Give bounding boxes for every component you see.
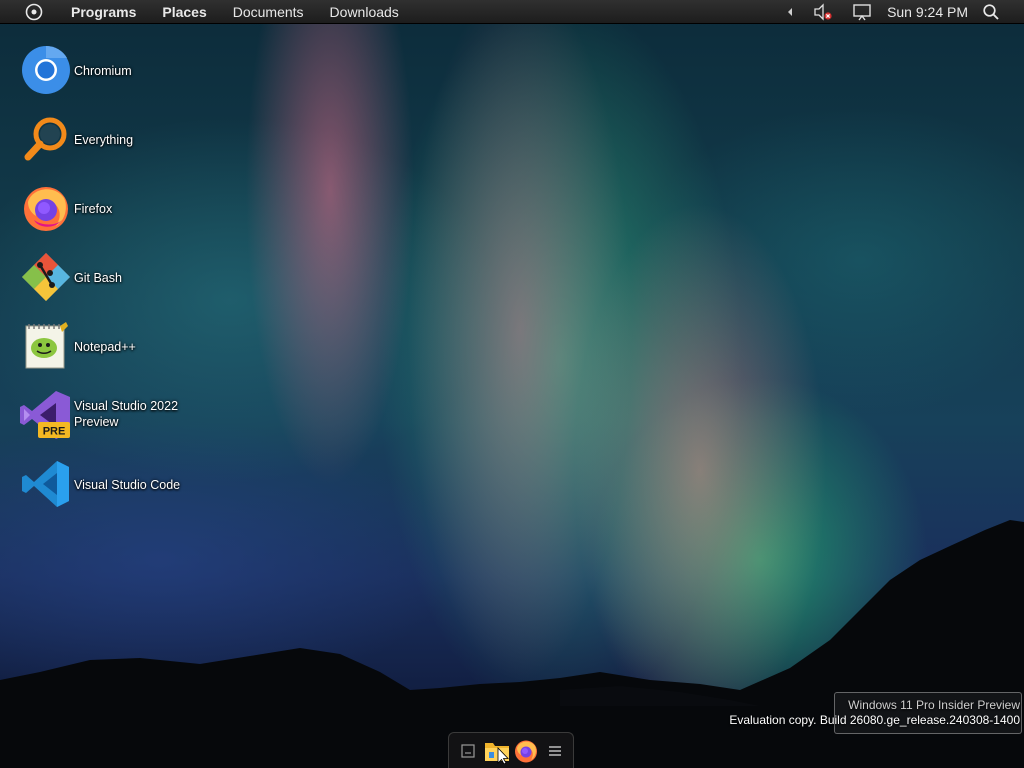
- desktop-icon-label: Notepad++: [74, 340, 136, 354]
- search-icon[interactable]: [980, 3, 1002, 21]
- show-desktop-button[interactable]: [453, 736, 482, 766]
- firefox-icon: [514, 740, 537, 762]
- visual-studio-preview-icon: PRE: [20, 391, 70, 439]
- file-manager-icon: [484, 742, 509, 764]
- desktop-icon-firefox[interactable]: Firefox: [18, 180, 218, 240]
- notepad-plus-plus-icon: [25, 322, 68, 369]
- git-bash-icon: [22, 253, 70, 301]
- top-panel: Programs Places Documents Downloads Sun …: [0, 0, 1024, 24]
- clock[interactable]: Sun 9:24 PM: [887, 4, 968, 20]
- tray-expand-arrow-icon[interactable]: [783, 7, 797, 17]
- menu-documents[interactable]: Documents: [233, 4, 304, 20]
- show-desktop-icon: [460, 743, 475, 758]
- vscode-icon: [22, 461, 69, 507]
- desktop-icon-notepad-plus-plus[interactable]: Notepad++: [18, 318, 218, 378]
- system-tray: Sun 9:24 PM: [783, 0, 1024, 23]
- desktop-icon-label: Everything: [74, 133, 134, 147]
- dock: [448, 732, 574, 768]
- firefox-dock-button[interactable]: [511, 736, 540, 766]
- desktop-icon-label: Firefox: [74, 202, 113, 216]
- desktop-icon-vscode[interactable]: Visual Studio Code: [18, 456, 218, 516]
- menu-places[interactable]: Places: [162, 4, 206, 20]
- desktop-icon-visual-studio-preview[interactable]: PRE Visual Studio 2022 Preview: [18, 387, 218, 447]
- menu-programs[interactable]: Programs: [71, 4, 136, 20]
- everything-search-icon: [24, 117, 67, 161]
- firefox-icon: [24, 187, 68, 231]
- menu-icon: [548, 745, 561, 756]
- desktop-icon-everything[interactable]: Everything: [18, 111, 218, 171]
- desktop-icon-git-bash[interactable]: Git Bash: [18, 249, 218, 309]
- desktop-icon-label: Visual Studio Code: [74, 478, 181, 492]
- watermark-edition: Windows 11 Pro Insider Preview: [848, 698, 1020, 712]
- watermark-build: Evaluation copy. Build 26080.ge_release.…: [729, 713, 1020, 727]
- chromium-icon: [22, 45, 70, 94]
- desktop-icon-label: Chromium: [74, 64, 132, 78]
- volume-muted-icon[interactable]: [813, 2, 833, 21]
- dock-menu-button[interactable]: [540, 736, 569, 766]
- desktop-icon-label: Visual Studio 2022 Preview: [74, 399, 179, 429]
- menu-downloads[interactable]: Downloads: [330, 4, 399, 20]
- circle-logo-icon: [25, 3, 43, 20]
- windows-watermark: Windows 11 Pro Insider Preview Evaluatio…: [729, 698, 1020, 728]
- file-manager-button[interactable]: [482, 736, 511, 766]
- application-menu-logo[interactable]: [24, 2, 44, 22]
- pre-badge-text: PRE: [43, 426, 66, 438]
- display-icon[interactable]: [851, 3, 873, 21]
- desktop-icon-chromium[interactable]: Chromium: [18, 42, 218, 102]
- desktop-icon-label: Git Bash: [74, 271, 122, 285]
